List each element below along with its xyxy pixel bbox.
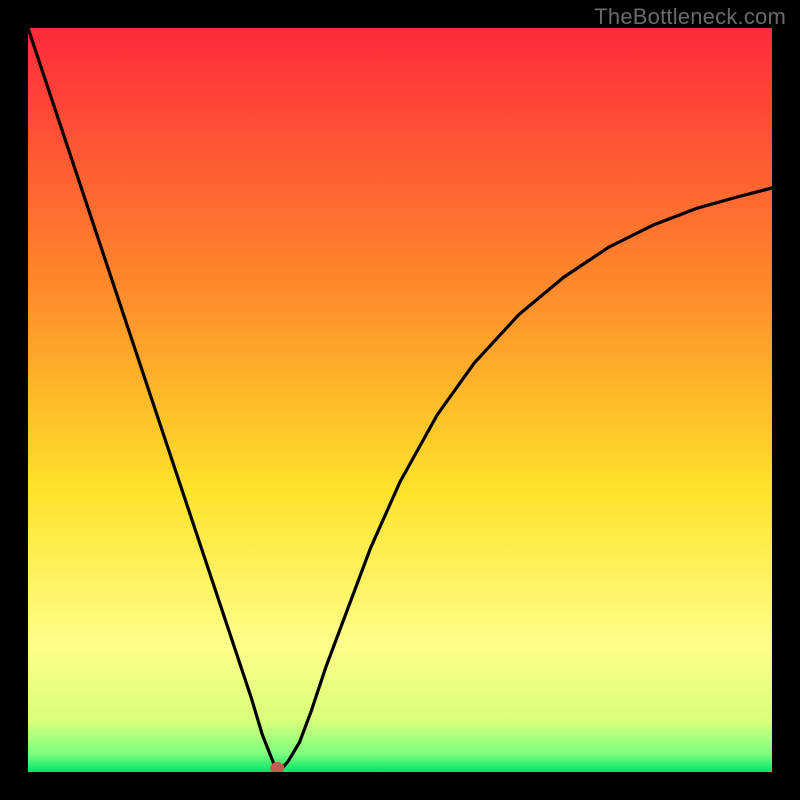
chart-background-gradient bbox=[28, 28, 772, 772]
chart-frame: TheBottleneck.com bbox=[0, 0, 800, 800]
watermark-text: TheBottleneck.com bbox=[594, 4, 786, 30]
